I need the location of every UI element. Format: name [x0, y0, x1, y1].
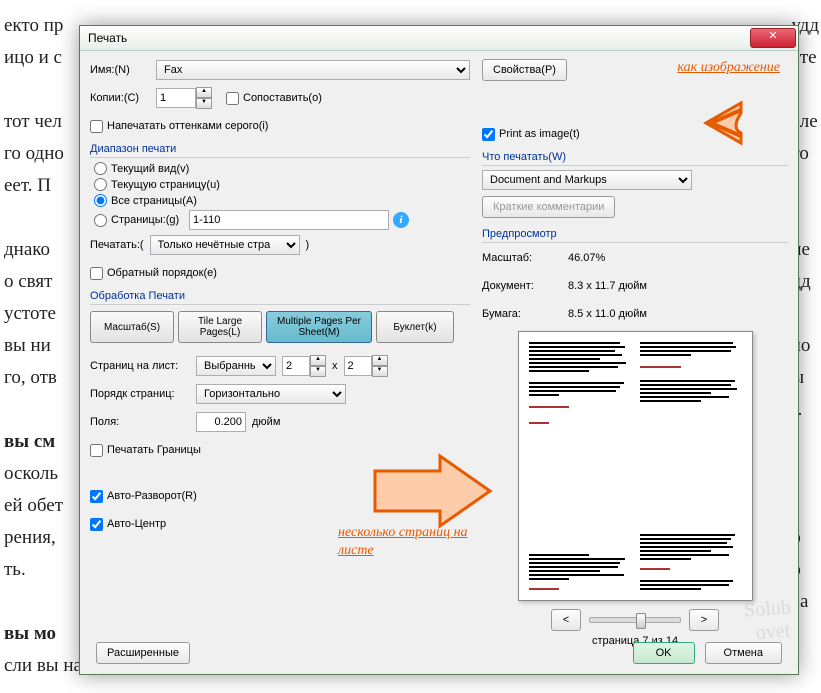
preview-thumbnail	[518, 331, 753, 601]
range-pages-radio[interactable]	[94, 214, 107, 227]
brief-comments-button[interactable]: Краткие комментарии	[482, 196, 615, 218]
what-select[interactable]: Document and Markups	[482, 170, 692, 190]
printer-select[interactable]: Fax	[156, 60, 470, 80]
what-group-title: Что печатать(W)	[482, 151, 788, 166]
margins-label: Поля:	[90, 416, 190, 428]
ok-button[interactable]: OK	[633, 642, 695, 664]
info-icon[interactable]: i	[393, 212, 409, 228]
auto-rotate-checkbox[interactable]	[90, 490, 103, 503]
auto-center-checkbox[interactable]	[90, 518, 103, 531]
preview-group-title: Предпросмотр	[482, 228, 788, 243]
grayscale-checkbox[interactable]	[90, 120, 103, 133]
range-all-radio[interactable]	[94, 194, 107, 207]
advanced-button[interactable]: Расширенные	[96, 642, 190, 664]
subset-select[interactable]: Только нечётные стра	[150, 235, 300, 255]
tab-scale[interactable]: Масштаб(S)	[90, 311, 174, 343]
arrow-icon-2	[370, 451, 500, 531]
collate-label: Сопоставить(o)	[243, 92, 322, 104]
arrow-icon-1	[656, 98, 746, 148]
page-order-label: Порядк страниц:	[90, 388, 190, 400]
pages-input[interactable]	[189, 210, 389, 230]
pages-per-sheet-label: Страниц на лист:	[90, 360, 190, 372]
scale-value: 46.07%	[568, 252, 605, 264]
print-border-checkbox[interactable]	[90, 444, 103, 457]
paper-size: 8.5 x 11.0 дюйм	[568, 308, 647, 320]
tab-multiple-pages[interactable]: Multiple Pages Per Sheet(M)	[266, 311, 372, 343]
tab-tile[interactable]: Tile Large Pages(L)	[178, 311, 262, 343]
tab-booklet[interactable]: Буклет(k)	[376, 311, 454, 343]
dialog-title: Печать	[88, 31, 750, 45]
document-size: 8.3 x 11.7 дюйм	[568, 280, 647, 292]
collate-checkbox[interactable]	[226, 92, 239, 105]
print-as-image-checkbox[interactable]	[482, 128, 495, 141]
range-view-radio[interactable]	[94, 162, 107, 175]
pp-rows-input[interactable]	[344, 356, 372, 376]
annotation-image: как изображение	[677, 60, 780, 76]
grayscale-label: Напечатать оттенками серого(i)	[107, 120, 268, 132]
spin-up[interactable]: ▲	[196, 87, 212, 98]
margins-unit: дюйм	[252, 416, 280, 428]
name-label: Имя:(N)	[90, 64, 150, 76]
preview-slider[interactable]	[589, 617, 681, 623]
subset-label: Печатать:(	[90, 239, 144, 251]
print-dialog: Печать ✕ Имя:(N) Fax Копии:(C) ▲▼ Сопост…	[79, 25, 799, 675]
copies-label: Копии:(C)	[90, 92, 150, 104]
properties-button[interactable]: Свойства(P)	[482, 59, 567, 81]
range-current-radio[interactable]	[94, 178, 107, 191]
reverse-checkbox[interactable]	[90, 267, 103, 280]
pp-cols-input[interactable]	[282, 356, 310, 376]
pages-per-sheet-select[interactable]: Выбранные	[196, 356, 276, 376]
preview-next-button[interactable]: >	[689, 609, 719, 631]
margins-input[interactable]	[196, 412, 246, 432]
range-group-title: Диапазон печати	[90, 143, 470, 158]
page-order-select[interactable]: Горизонтально	[196, 384, 346, 404]
close-button[interactable]: ✕	[750, 28, 796, 48]
cancel-button[interactable]: Отмена	[705, 642, 782, 664]
spin-down[interactable]: ▼	[196, 98, 212, 109]
copies-input[interactable]	[156, 88, 196, 108]
handling-group-title: Обработка Печати	[90, 290, 470, 305]
preview-prev-button[interactable]: <	[551, 609, 581, 631]
titlebar[interactable]: Печать ✕	[80, 26, 798, 51]
